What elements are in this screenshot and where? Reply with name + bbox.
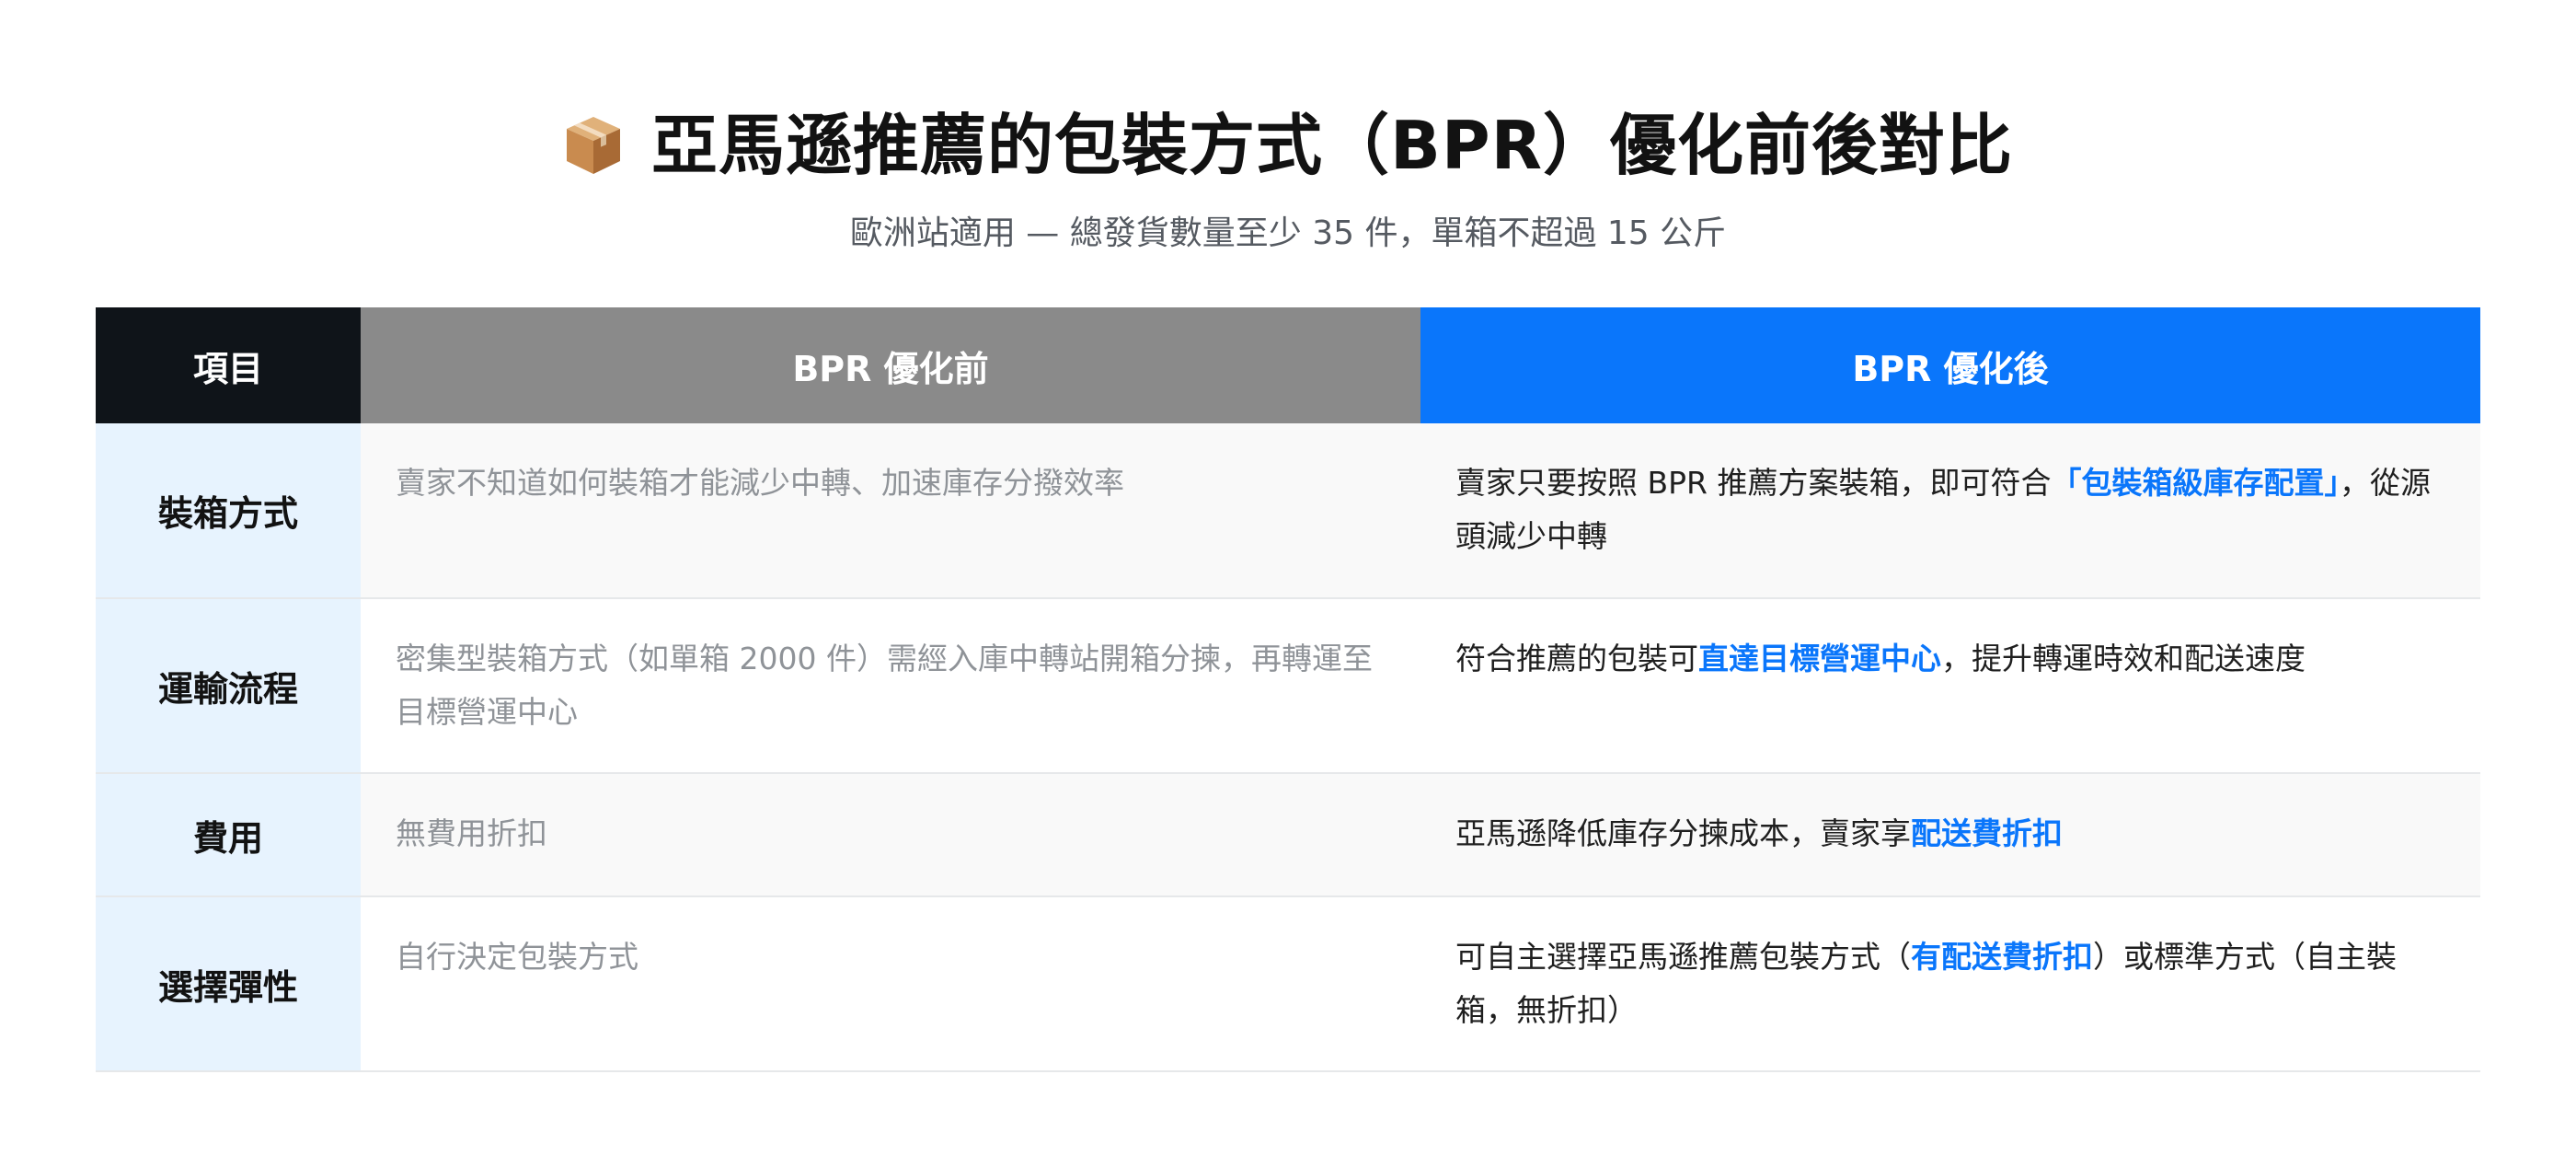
page: 亞馬遜推薦的包裝方式（BPR）優化前後對比 歐洲站適用 — 總發貨數量至少 35…: [0, 0, 2576, 1167]
row-item-label: 運輸流程: [96, 598, 361, 773]
table-row: 選擇彈性 自行決定包裝方式 可自主選擇亞馬遜推薦包裝方式（有配送費折扣）或標準方…: [96, 896, 2480, 1071]
header-before: BPR 優化前: [361, 307, 1420, 423]
row-before-cell: 賣家不知道如何裝箱才能減少中轉、加速庫存分撥效率: [361, 423, 1420, 598]
after-highlight: 直達目標營運中心: [1698, 641, 1941, 676]
table-row: 費用 無費用折扣 亞馬遜降低庫存分揀成本，賣家享配送費折扣: [96, 773, 2480, 896]
row-item-label: 裝箱方式: [96, 423, 361, 598]
row-after-cell: 賣家只要按照 BPR 推薦方案裝箱，即可符合「包裝箱級庫存配置」，從源頭減少中轉: [1420, 423, 2480, 598]
after-text: 可自主選擇亞馬遜推薦包裝方式（: [1455, 939, 1911, 975]
package-box-icon: [566, 117, 620, 174]
after-text: 符合推薦的包裝可: [1455, 641, 1698, 676]
page-title: 亞馬遜推薦的包裝方式（BPR）優化前後對比: [650, 107, 2014, 184]
after-highlight: 配送費折扣: [1911, 815, 2063, 851]
comparison-table: 項目 BPR 優化前 BPR 優化後 裝箱方式 賣家不知道如何裝箱才能減少中轉、…: [96, 307, 2480, 1072]
after-highlight: 有配送費折扣: [1911, 939, 2093, 975]
row-item-label: 選擇彈性: [96, 896, 361, 1071]
table-row: 裝箱方式 賣家不知道如何裝箱才能減少中轉、加速庫存分撥效率 賣家只要按照 BPR…: [96, 423, 2480, 598]
header-item: 項目: [96, 307, 361, 423]
row-after-cell: 亞馬遜降低庫存分揀成本，賣家享配送費折扣: [1420, 773, 2480, 896]
page-title-row: 亞馬遜推薦的包裝方式（BPR）優化前後對比: [563, 99, 2013, 191]
page-header: 亞馬遜推薦的包裝方式（BPR）優化前後對比 歐洲站適用 — 總發貨數量至少 35…: [0, 99, 2576, 260]
after-text: 亞馬遜降低庫存分揀成本，賣家享: [1455, 815, 1911, 851]
row-after-cell: 可自主選擇亞馬遜推薦包裝方式（有配送費折扣）或標準方式（自主裝箱，無折扣）: [1420, 896, 2480, 1071]
after-text: ，提升轉運時效和配送速度: [1941, 641, 2306, 676]
table-row: 運輸流程 密集型裝箱方式（如單箱 2000 件）需經入庫中轉站開箱分揀，再轉運至…: [96, 598, 2480, 773]
row-after-cell: 符合推薦的包裝可直達目標營運中心，提升轉運時效和配送速度: [1420, 598, 2480, 773]
row-item-label: 費用: [96, 773, 361, 896]
row-before-cell: 無費用折扣: [361, 773, 1420, 896]
page-subtitle: 歐洲站適用 — 總發貨數量至少 35 件，單箱不超過 15 公斤: [849, 214, 1727, 252]
after-text: 賣家只要按照 BPR 推薦方案裝箱，即可符合: [1455, 465, 2052, 501]
row-before-cell: 密集型裝箱方式（如單箱 2000 件）需經入庫中轉站開箱分揀，再轉運至目標營運中…: [361, 598, 1420, 773]
table-header-row: 項目 BPR 優化前 BPR 優化後: [96, 307, 2480, 423]
after-highlight: 「包裝箱級庫存配置」: [2051, 465, 2340, 501]
header-after: BPR 優化後: [1420, 307, 2480, 423]
row-before-cell: 自行決定包裝方式: [361, 896, 1420, 1071]
